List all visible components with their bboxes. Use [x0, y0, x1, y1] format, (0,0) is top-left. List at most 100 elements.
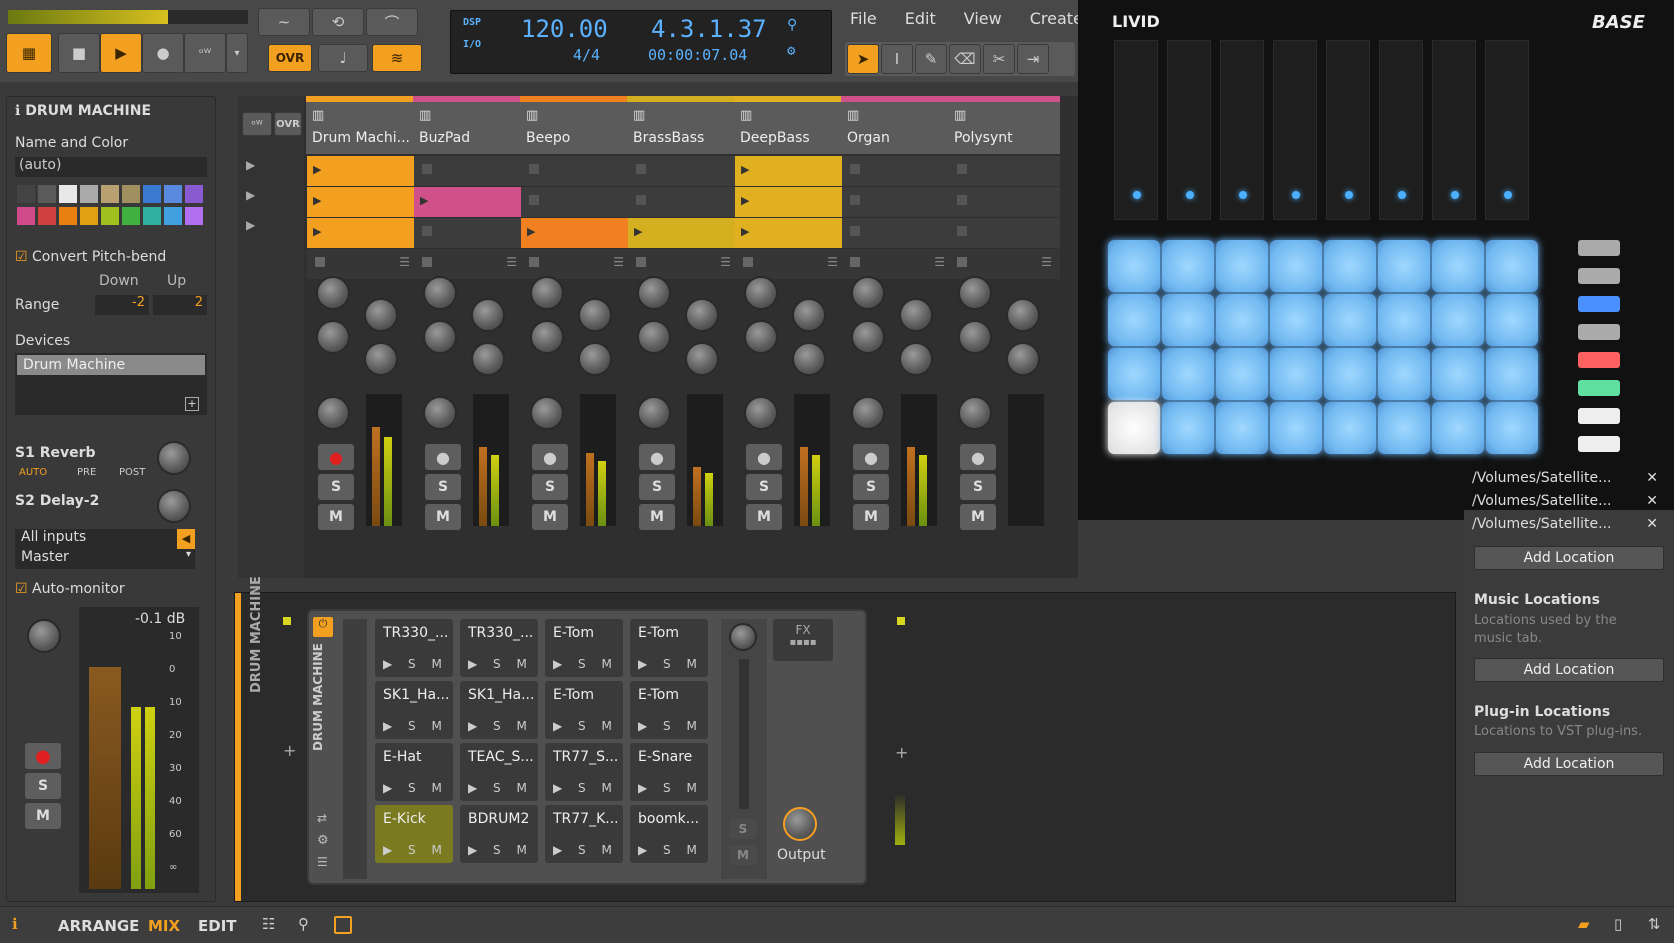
solo-button[interactable]: S [639, 474, 675, 500]
pan-knob[interactable] [27, 619, 61, 653]
drum-pad-controls[interactable]: ▶ S M [553, 719, 618, 733]
automation-write-button[interactable]: ᵒᵂ [184, 33, 226, 73]
device-item[interactable]: Drum Machine [17, 355, 205, 375]
send-a-knob[interactable] [637, 276, 671, 310]
drum-pad[interactable]: E-Tom ▶ S M [630, 681, 708, 739]
mute-button[interactable]: M [318, 504, 354, 530]
send-c-knob[interactable] [851, 320, 885, 354]
empty-clip-slot[interactable] [842, 187, 953, 217]
drum-pad-controls[interactable]: ▶ S M [383, 719, 448, 733]
record-arm-button[interactable]: ● [532, 444, 568, 470]
drum-pad[interactable]: TR330_... ▶ S M [375, 619, 453, 677]
volume-meter[interactable] [366, 394, 402, 526]
stop-clip-icon[interactable] [315, 257, 325, 267]
volume-meter[interactable] [687, 394, 723, 526]
sync-icon[interactable]: ⚙ [787, 43, 795, 59]
drum-pad[interactable]: TR77_S... ▶ S M [545, 743, 623, 801]
clip[interactable]: ▶ [307, 156, 418, 186]
time-select-tool-icon[interactable]: I [881, 44, 913, 74]
pointer-tool-icon[interactable]: ➤ [847, 44, 879, 74]
play-clip-icon[interactable]: ▶ [313, 163, 321, 176]
volume-meter[interactable] [901, 394, 937, 526]
clip[interactable]: ▶ [735, 156, 846, 186]
scene-launch-2-icon[interactable]: ▶ [246, 188, 255, 202]
color-swatch[interactable] [17, 185, 35, 203]
monitor-icon[interactable]: ◀ [177, 529, 195, 549]
range-up-field[interactable]: 2 [153, 295, 207, 315]
knife-tool-icon[interactable]: ✂ [983, 44, 1015, 74]
volume-meter[interactable] [794, 394, 830, 526]
clip[interactable]: ▶ [414, 187, 525, 217]
play-clip-icon[interactable]: ▶ [420, 194, 428, 207]
chevron-down-icon[interactable]: ▾ [226, 33, 248, 73]
color-swatch[interactable] [38, 185, 56, 203]
send-d-knob[interactable] [364, 342, 398, 376]
empty-clip-slot[interactable] [628, 187, 739, 217]
play-clip-icon[interactable]: ▶ [741, 194, 749, 207]
drum-pad[interactable]: TR77_K... ▶ S M [545, 805, 623, 863]
send1-knob[interactable] [157, 441, 191, 475]
stop-clip-icon[interactable] [529, 257, 539, 267]
send-c-knob[interactable] [530, 320, 564, 354]
color-swatch[interactable] [59, 185, 77, 203]
input-select[interactable]: All inputs ▾ [15, 529, 195, 549]
clip[interactable]: ▶ [307, 218, 418, 248]
drum-pad-controls[interactable]: ▶ S M [638, 719, 703, 733]
mixer-toggle-icon[interactable]: ⇅ [1648, 915, 1661, 933]
drum-pad-controls[interactable]: ▶ S M [638, 843, 703, 857]
record-arm-button[interactable]: ● [746, 444, 782, 470]
record-arm-button[interactable]: ● [318, 444, 354, 470]
drum-pad-controls[interactable]: ▶ S M [383, 843, 448, 857]
volume-meter[interactable] [473, 394, 509, 526]
send-d-knob[interactable] [899, 342, 933, 376]
mute-button[interactable]: M [639, 504, 675, 530]
folder-icon[interactable]: ▰ [1578, 915, 1590, 933]
stop-clip-icon[interactable] [850, 257, 860, 267]
record-arm-button[interactable]: ● [960, 444, 996, 470]
chain-fader[interactable] [739, 659, 749, 809]
solo-button[interactable]: S [25, 773, 61, 799]
device-power-icon[interactable]: ⏻ [313, 617, 333, 637]
scene-launch-1-icon[interactable]: ▶ [246, 158, 255, 172]
list-icon[interactable]: ☰ [1041, 255, 1052, 269]
link-icon[interactable]: ⚲ [787, 17, 797, 33]
empty-clip-slot[interactable] [521, 187, 632, 217]
close-icon[interactable]: ✕ [1646, 470, 1658, 486]
drum-pad[interactable]: BDRUM2 ▶ S M [460, 805, 538, 863]
metronome-icon[interactable]: ♩ [318, 44, 368, 72]
punch-icon[interactable]: ⌒ [366, 8, 418, 36]
add-plugin-location-button[interactable]: Add Location [1474, 752, 1664, 776]
mute-button[interactable]: M [425, 504, 461, 530]
drum-pad-controls[interactable]: ▶ S M [468, 719, 533, 733]
send-b-knob[interactable] [792, 298, 826, 332]
output-select[interactable]: Master ▾ [15, 549, 195, 569]
stop-clip-icon[interactable] [636, 257, 646, 267]
empty-clip-slot[interactable] [842, 218, 953, 248]
overdub-button[interactable]: OVR [268, 44, 312, 72]
menu-edit[interactable]: Edit [905, 9, 936, 28]
link-icon[interactable]: ⚲ [298, 915, 309, 933]
time-signature[interactable]: 4/4 [573, 46, 600, 64]
range-down-field[interactable]: -2 [95, 295, 149, 315]
info-icon[interactable]: ℹ [12, 915, 18, 933]
record-arm-button[interactable]: ● [425, 444, 461, 470]
pan-knob[interactable] [958, 396, 992, 430]
loop-icon[interactable]: ⟲ [312, 8, 364, 36]
pan-knob[interactable] [744, 396, 778, 430]
drum-pad[interactable]: SK1_Ha... ▶ S M [375, 681, 453, 739]
send-b-knob[interactable] [899, 298, 933, 332]
pan-knob[interactable] [530, 396, 564, 430]
empty-clip-slot[interactable] [521, 156, 632, 186]
empty-clip-slot[interactable] [628, 156, 739, 186]
pencil-tool-icon[interactable]: ✎ [915, 44, 947, 74]
color-swatch[interactable] [101, 185, 119, 203]
stop-button[interactable]: ■ [58, 33, 100, 73]
expand-icon[interactable]: ⇄ [317, 811, 327, 825]
play-clip-icon[interactable]: ▶ [527, 225, 535, 238]
menu-file[interactable]: File [850, 9, 877, 28]
send-a-knob[interactable] [744, 276, 778, 310]
mixer-ovr-button[interactable]: OVR [274, 112, 302, 136]
stop-clip-icon[interactable] [743, 257, 753, 267]
send-a-knob[interactable] [316, 276, 350, 310]
track-header[interactable]: ▥ BuzPad [413, 96, 525, 154]
